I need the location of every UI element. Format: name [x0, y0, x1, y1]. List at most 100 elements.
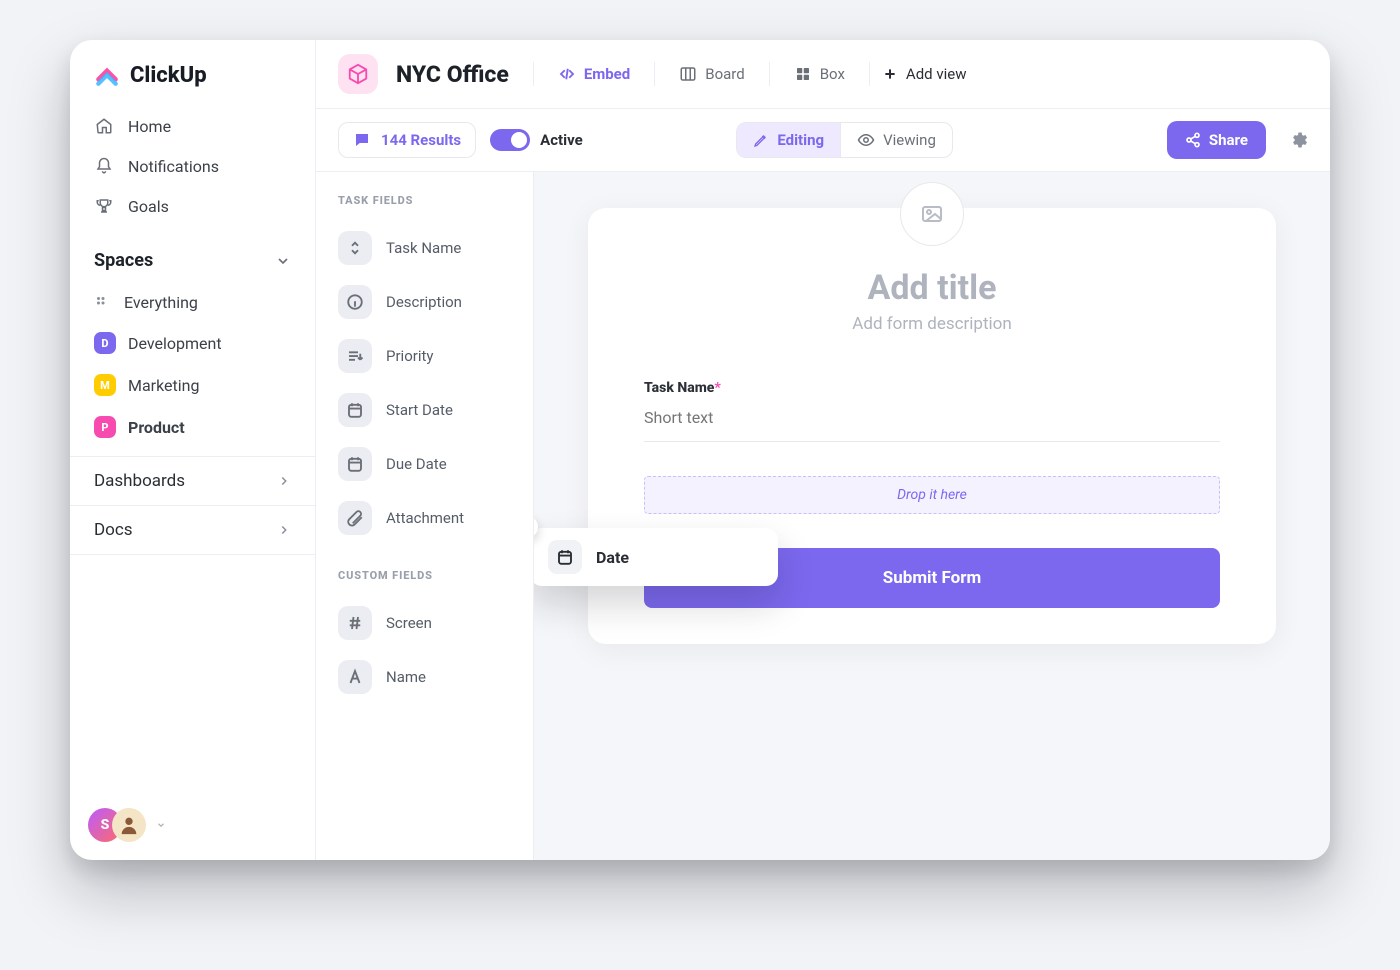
field-label: Attachment — [386, 509, 464, 527]
space-label: Product — [128, 418, 185, 437]
nav-notifications[interactable]: Notifications — [80, 146, 305, 186]
nav-dashboards-label: Dashboards — [94, 471, 185, 491]
main-area: NYC Office Embed Board — [316, 40, 1330, 860]
add-view-button[interactable]: Add view — [882, 65, 967, 83]
calendar-icon — [338, 447, 372, 481]
separator — [654, 62, 655, 86]
mode-editing-label: Editing — [777, 131, 824, 149]
share-label: Share — [1209, 131, 1248, 149]
box-grid-icon — [794, 65, 812, 83]
field-priority[interactable]: Priority — [334, 329, 519, 383]
form-title-placeholder[interactable]: Add title — [644, 262, 1220, 314]
nav-notifications-label: Notifications — [128, 157, 219, 176]
separator — [769, 62, 770, 86]
primary-nav: Home Notifications Goals — [70, 106, 315, 234]
field-due-date[interactable]: Due Date — [334, 437, 519, 491]
field-description[interactable]: Description — [334, 275, 519, 329]
dropzone[interactable]: Drop it here — [644, 476, 1220, 514]
space-badge: M — [94, 374, 116, 396]
embed-icon — [558, 65, 576, 83]
trophy-icon — [94, 196, 114, 216]
custom-fields-heading: CUSTOM FIELDS — [334, 545, 519, 596]
calendar-icon — [338, 393, 372, 427]
space-label: Marketing — [128, 376, 199, 395]
nav-dashboards[interactable]: Dashboards — [70, 456, 315, 505]
separator — [869, 62, 870, 86]
field-name[interactable]: Name — [334, 650, 519, 704]
nav-home[interactable]: Home — [80, 106, 305, 146]
comment-icon — [353, 131, 371, 149]
cube-icon — [347, 63, 369, 85]
active-toggle[interactable] — [490, 129, 530, 151]
spaces-header[interactable]: Spaces — [70, 234, 315, 283]
plus-icon — [882, 66, 898, 82]
spaces-list: Everything D Development M Marketing P P… — [70, 283, 315, 456]
results-chip[interactable]: 144 Results — [338, 122, 476, 158]
space-marketing[interactable]: M Marketing — [80, 364, 305, 406]
field-start-date[interactable]: Start Date — [334, 383, 519, 437]
mode-editing[interactable]: Editing — [737, 123, 840, 157]
nav-goals-label: Goals — [128, 197, 169, 216]
mode-viewing[interactable]: Viewing — [841, 123, 952, 157]
view-tab-label: Board — [705, 65, 744, 83]
board-icon — [679, 65, 697, 83]
field-label: Task Name — [386, 239, 461, 257]
home-icon — [94, 116, 114, 136]
form-field-task-name-label: Task Name* — [644, 380, 1220, 396]
field-label: Start Date — [386, 401, 453, 419]
task-fields-heading: TASK FIELDS — [334, 190, 519, 221]
view-tab-board[interactable]: Board — [667, 57, 756, 91]
nav-goals[interactable]: Goals — [80, 186, 305, 226]
nav-home-label: Home — [128, 117, 171, 136]
view-tabs: Embed Board Box — [533, 57, 967, 91]
page-title: NYC Office — [396, 61, 509, 88]
pencil-icon — [753, 132, 769, 148]
nav-docs[interactable]: Docs — [70, 505, 315, 555]
space-badge: D — [94, 332, 116, 354]
priority-icon — [338, 339, 372, 373]
share-button[interactable]: Share — [1167, 121, 1266, 159]
user-avatar-photo — [112, 808, 146, 842]
gear-icon — [1288, 130, 1308, 150]
form-subtitle-placeholder[interactable]: Add form description — [644, 314, 1220, 358]
view-tab-box[interactable]: Box — [782, 57, 857, 91]
space-badge: P — [94, 416, 116, 438]
settings-button[interactable] — [1288, 130, 1308, 150]
chevron-right-icon — [277, 474, 291, 488]
sidebar: ClickUp Home Notifications Goals — [70, 40, 316, 860]
caret-down-icon[interactable] — [156, 820, 166, 830]
space-label: Development — [128, 334, 222, 353]
field-label: Priority — [386, 347, 433, 365]
cover-image-button[interactable] — [900, 182, 964, 246]
nav-docs-label: Docs — [94, 520, 133, 540]
content-body: TASK FIELDS Task Name Description — [316, 172, 1330, 860]
active-toggle-group: Active — [490, 129, 583, 151]
chevron-right-icon — [277, 523, 291, 537]
field-label: Description — [386, 293, 462, 311]
avatar-group[interactable]: S — [88, 808, 146, 842]
label-text: Task Name — [644, 380, 714, 396]
form-canvas: Add title Add form description Task Name… — [534, 172, 1330, 860]
brand[interactable]: ClickUp — [70, 40, 315, 106]
toolbar: 144 Results Active Editing — [316, 109, 1330, 172]
dropzone-label: Drop it here — [897, 487, 967, 503]
space-development[interactable]: D Development — [80, 322, 305, 364]
task-name-input[interactable] — [644, 396, 1220, 442]
space-product[interactable]: P Product — [80, 406, 305, 448]
space-label: Everything — [124, 293, 198, 312]
list-icon-chip[interactable] — [338, 54, 378, 94]
chevron-down-icon — [275, 253, 291, 269]
letter-a-icon — [338, 660, 372, 694]
separator — [533, 62, 534, 86]
required-asterisk: * — [714, 380, 720, 396]
space-everything[interactable]: Everything — [80, 283, 305, 322]
view-tab-embed[interactable]: Embed — [546, 57, 642, 91]
image-icon — [920, 202, 944, 226]
field-task-name[interactable]: Task Name — [334, 221, 519, 275]
add-view-label: Add view — [906, 65, 967, 83]
dragged-field-chip[interactable]: Date — [534, 528, 778, 586]
app-window: ClickUp Home Notifications Goals — [70, 40, 1330, 860]
sort-icon — [338, 231, 372, 265]
field-attachment[interactable]: Attachment — [334, 491, 519, 545]
field-screen[interactable]: Screen — [334, 596, 519, 650]
